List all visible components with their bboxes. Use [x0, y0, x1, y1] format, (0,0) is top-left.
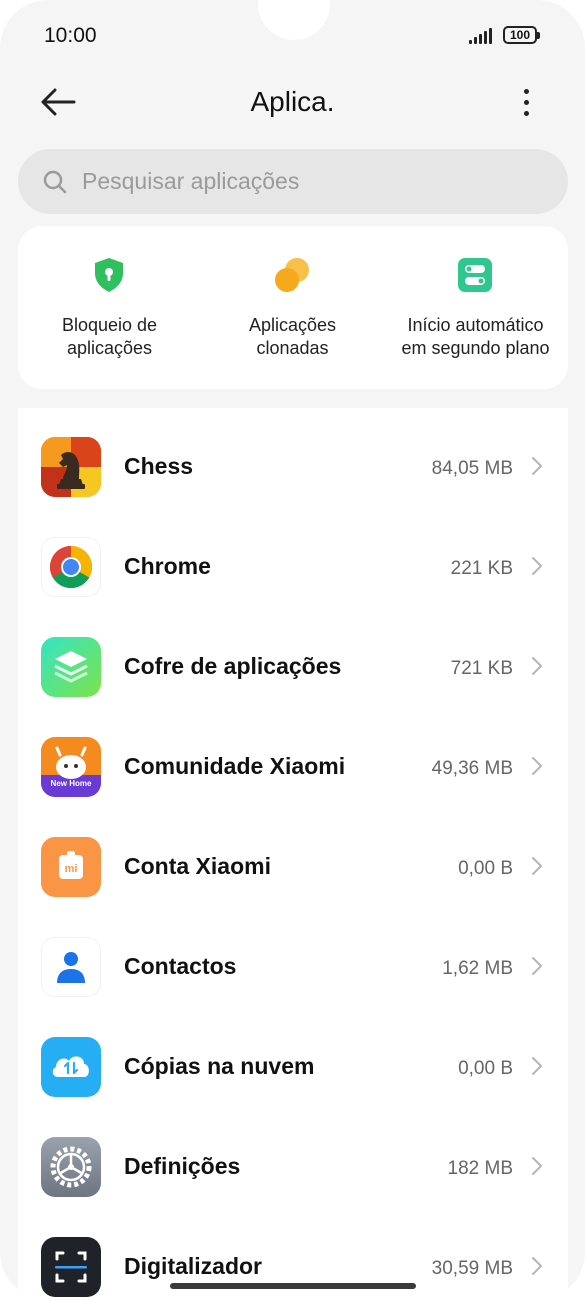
app-row-xiaomi-account[interactable]: mi Conta Xiaomi 0,00 B: [18, 808, 568, 908]
app-row-contacts[interactable]: Contactos 1,62 MB: [18, 908, 568, 1008]
scanner-icon: [41, 1237, 101, 1297]
shortcut-autostart[interactable]: Início automático em segundo plano: [384, 226, 567, 389]
shortcut-label: Bloqueio de aplicações: [61, 315, 158, 358]
app-name: Cópias na nuvem: [124, 1053, 315, 1079]
app-size: 221 KB: [450, 558, 513, 579]
camera-notch: [258, 0, 330, 40]
chevron-right-icon: [532, 457, 542, 475]
chevron-right-icon: [532, 1057, 542, 1075]
app-row-chrome[interactable]: Chrome 221 KB: [18, 508, 568, 608]
app-row-xiaomi-community[interactable]: New Home Comunidade Xiaomi 49,36 MB: [18, 708, 568, 808]
chevron-right-icon: [532, 757, 542, 775]
app-size: 0,00 B: [458, 858, 513, 879]
toggle-icon: [458, 258, 492, 292]
shortcut-label: Início automático em segundo plano: [401, 315, 550, 358]
app-row-cloud-backup[interactable]: Cópias na nuvem 0,00 B: [18, 1008, 568, 1108]
app-name: Contactos: [124, 953, 237, 979]
app-size: 84,05 MB: [431, 458, 513, 479]
cloud-backup-icon: [41, 1037, 101, 1097]
app-row-chess[interactable]: Chess 84,05 MB: [18, 408, 568, 508]
xiaomi-community-icon: New Home: [41, 737, 101, 797]
app-row-app-vault[interactable]: Cofre de aplicações 721 KB: [18, 608, 568, 708]
chevron-right-icon: [532, 857, 542, 875]
chevron-right-icon: [532, 1157, 542, 1175]
chevron-right-icon: [532, 957, 542, 975]
chrome-icon: [41, 537, 101, 597]
app-list: Chess 84,05 MB Chrome 221 KB Cofre de ap…: [18, 408, 568, 1300]
app-name: Chess: [124, 453, 194, 479]
shortcuts-panel: Bloqueio de aplicações Aplicações clonad…: [18, 226, 568, 389]
signal-icon: [469, 28, 492, 44]
shortcut-dual-apps[interactable]: Aplicações clonadas: [201, 226, 384, 389]
app-name: Cofre de aplicações: [124, 653, 342, 679]
app-name: Chrome: [124, 553, 211, 579]
app-name: Conta Xiaomi: [124, 853, 271, 879]
app-name: Definições: [124, 1153, 241, 1179]
battery-level: 100: [509, 28, 531, 42]
app-name: Comunidade Xiaomi: [124, 753, 346, 779]
search-icon: [43, 170, 67, 194]
chevron-right-icon: [532, 1257, 542, 1275]
home-indicator[interactable]: [170, 1283, 416, 1289]
clone-icon: [275, 258, 309, 292]
chevron-right-icon: [532, 657, 542, 675]
app-size: 182 MB: [447, 1158, 513, 1179]
app-size: 1,62 MB: [442, 958, 513, 979]
shield-lock-icon: [95, 258, 123, 292]
more-options-icon[interactable]: [512, 84, 540, 120]
settings-gear-icon: [41, 1137, 101, 1197]
app-size: 721 KB: [450, 658, 513, 679]
status-time: 10:00: [44, 24, 97, 47]
svg-text:mi: mi: [65, 863, 78, 875]
page-title: Aplica.: [250, 86, 335, 117]
chess-icon: [41, 437, 101, 497]
search-input[interactable]: [82, 149, 542, 214]
battery-icon: 100: [503, 26, 540, 44]
app-size: 49,36 MB: [431, 758, 513, 779]
xiaomi-account-icon: mi: [41, 837, 101, 897]
app-vault-icon: [41, 637, 101, 697]
search-bar[interactable]: [18, 149, 568, 214]
chevron-right-icon: [532, 557, 542, 575]
app-header: Aplica.: [0, 76, 585, 130]
app-size: 0,00 B: [458, 1058, 513, 1079]
shortcut-label: Aplicações clonadas: [248, 315, 337, 358]
contacts-icon: [41, 937, 101, 997]
app-size: 30,59 MB: [431, 1258, 513, 1279]
status-bar: 10:00 100: [0, 0, 585, 74]
app-row-settings[interactable]: Definições 182 MB: [18, 1108, 568, 1208]
app-name: Digitalizador: [124, 1253, 263, 1279]
app-icon-badge: New Home: [51, 779, 92, 788]
shortcut-app-lock[interactable]: Bloqueio de aplicações: [18, 226, 201, 389]
phone-screen: 10:00 100 Aplica. Bloqueio de aplicações: [0, 0, 585, 1300]
